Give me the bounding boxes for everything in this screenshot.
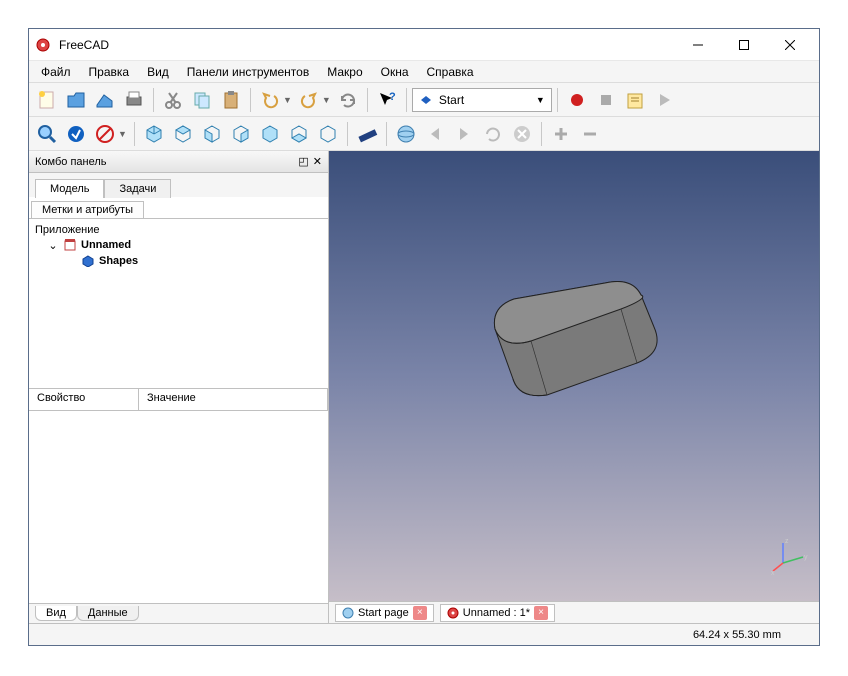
svg-text:?: ? — [389, 91, 396, 103]
zoom-select-icon[interactable] — [62, 120, 90, 148]
workbench-selector[interactable]: Start ▼ — [412, 88, 552, 112]
panel-float-icon[interactable]: ◰ — [298, 155, 308, 168]
view-right-icon[interactable] — [227, 120, 255, 148]
titlebar: FreeCAD — [29, 29, 819, 61]
view-top-icon[interactable] — [198, 120, 226, 148]
minimize-button[interactable] — [675, 30, 721, 60]
web-home-icon[interactable] — [392, 120, 420, 148]
toolbar-view: ▼ — [29, 117, 819, 151]
view-iso-icon[interactable] — [140, 120, 168, 148]
tree-shape-item[interactable]: Shapes — [35, 253, 322, 269]
menu-view[interactable]: Вид — [139, 63, 177, 81]
tab-model[interactable]: Модель — [35, 179, 104, 198]
menu-file[interactable]: Файл — [33, 63, 79, 81]
viewport: z y x Start page × Unnamed : 1* × — [329, 151, 819, 623]
macro-stop-icon[interactable] — [592, 86, 620, 114]
menu-windows[interactable]: Окна — [373, 63, 417, 81]
menu-macro[interactable]: Макро — [319, 63, 370, 81]
undo-dropdown[interactable]: ▼ — [283, 95, 292, 105]
chevron-down-icon: ▼ — [536, 95, 545, 105]
tree-document[interactable]: ⌄ Unnamed — [35, 237, 322, 253]
macro-play-icon[interactable] — [650, 86, 678, 114]
web-back-icon[interactable] — [421, 120, 449, 148]
document-tabs: Start page × Unnamed : 1* × — [329, 601, 819, 623]
save-icon[interactable] — [91, 86, 119, 114]
view-bottom-icon[interactable] — [285, 120, 313, 148]
property-body — [29, 411, 328, 603]
prop-col-name: Свойство — [29, 389, 139, 410]
draw-style-icon[interactable] — [91, 120, 119, 148]
app-icon — [35, 37, 51, 53]
document-icon — [63, 238, 77, 252]
btab-view[interactable]: Вид — [35, 606, 77, 621]
tree-toggle-icon[interactable]: ⌄ — [47, 239, 59, 252]
new-icon[interactable] — [33, 86, 61, 114]
workbench-label: Start — [439, 93, 464, 107]
whatsthis-icon[interactable]: ? — [373, 86, 401, 114]
maximize-button[interactable] — [721, 30, 767, 60]
content-area: Комбо панель ◰ ✕ Модель Задачи Метки и а… — [29, 151, 819, 623]
measure-icon[interactable] — [353, 120, 381, 148]
print-icon[interactable] — [120, 86, 148, 114]
menu-help[interactable]: Справка — [419, 63, 482, 81]
view-front-icon[interactable] — [169, 120, 197, 148]
close-tab-icon[interactable]: × — [413, 606, 427, 620]
close-button[interactable] — [767, 30, 813, 60]
tab-start-page[interactable]: Start page × — [335, 604, 434, 622]
subtab-labels[interactable]: Метки и атрибуты — [31, 201, 144, 218]
axes-indicator: z y x — [771, 535, 811, 575]
paste-icon[interactable] — [217, 86, 245, 114]
zoom-in-icon[interactable] — [547, 120, 575, 148]
zoom-fit-icon[interactable] — [33, 120, 61, 148]
zoom-out-icon[interactable] — [576, 120, 604, 148]
statusbar: 64.24 x 55.30 mm — [29, 623, 819, 645]
model-tree[interactable]: Приложение ⌄ Unnamed Shapes — [29, 219, 328, 389]
open-icon[interactable] — [62, 86, 90, 114]
refresh-icon[interactable] — [334, 86, 362, 114]
panel-close-icon[interactable]: ✕ — [313, 155, 322, 168]
web-stop-icon[interactable] — [508, 120, 536, 148]
drawstyle-dropdown[interactable]: ▼ — [118, 129, 127, 139]
web-refresh-icon[interactable] — [479, 120, 507, 148]
tree-app-label: Приложение — [35, 223, 322, 237]
3d-view[interactable]: z y x — [329, 151, 819, 601]
combo-subtabs: Метки и атрибуты — [29, 197, 328, 219]
svg-text:z: z — [785, 538, 789, 545]
web-forward-icon[interactable] — [450, 120, 478, 148]
view-left-icon[interactable] — [314, 120, 342, 148]
combo-tabs: Модель Задачи — [29, 173, 328, 197]
window-controls — [675, 30, 813, 60]
model-shape — [469, 271, 679, 411]
close-tab-icon[interactable]: × — [534, 606, 548, 620]
shape-icon — [81, 254, 95, 268]
menu-tool-panels[interactable]: Панели инструментов — [179, 63, 317, 81]
status-dimensions: 64.24 x 55.30 mm — [693, 629, 781, 641]
prop-col-value: Значение — [139, 389, 328, 410]
macro-record-icon[interactable] — [563, 86, 591, 114]
macro-edit-icon[interactable] — [621, 86, 649, 114]
menu-edit[interactable]: Правка — [81, 63, 138, 81]
app-window: FreeCAD Файл Правка Вид Панели инструмен… — [28, 28, 820, 646]
property-header: Свойство Значение — [29, 389, 328, 411]
redo-icon[interactable] — [295, 86, 323, 114]
view-rear-icon[interactable] — [256, 120, 284, 148]
combo-panel: Комбо панель ◰ ✕ Модель Задачи Метки и а… — [29, 151, 329, 623]
cut-icon[interactable] — [159, 86, 187, 114]
property-bottom-tabs: Вид Данные — [29, 603, 328, 623]
copy-icon[interactable] — [188, 86, 216, 114]
btab-data[interactable]: Данные — [77, 606, 139, 621]
menubar: Файл Правка Вид Панели инструментов Макр… — [29, 61, 819, 83]
tab-unnamed-doc[interactable]: Unnamed : 1* × — [440, 604, 555, 622]
combo-panel-title: Комбо панель ◰ ✕ — [29, 151, 328, 173]
app-title: FreeCAD — [59, 38, 675, 52]
tab-tasks[interactable]: Задачи — [104, 179, 171, 198]
redo-dropdown[interactable]: ▼ — [322, 95, 331, 105]
svg-text:y: y — [804, 554, 808, 561]
svg-text:x: x — [771, 570, 775, 575]
undo-icon[interactable] — [256, 86, 284, 114]
toolbar-file: ▼ ▼ ? Start ▼ — [29, 83, 819, 117]
